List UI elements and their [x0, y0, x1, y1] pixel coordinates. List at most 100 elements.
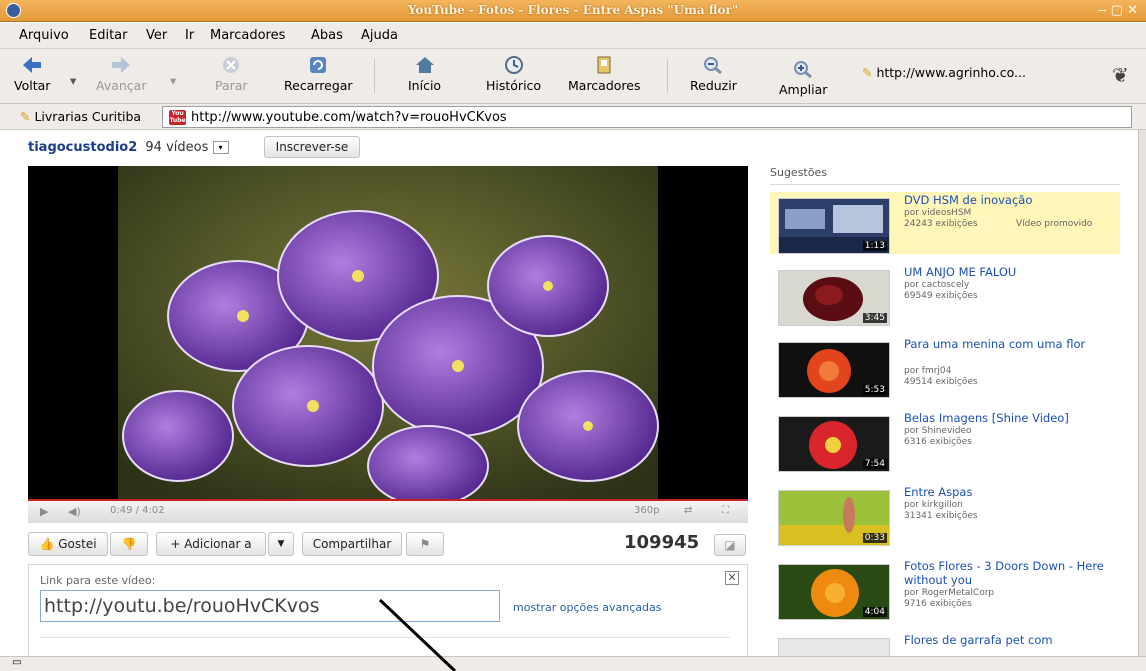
- suggestion-thumbnail[interactable]: [778, 638, 890, 656]
- toolbar-separator: [374, 59, 375, 93]
- page-scrollbar[interactable]: [1138, 130, 1146, 656]
- suggestion-item[interactable]: 0:33 Entre Aspas por kirkgillon 31341 ex…: [770, 484, 1120, 546]
- suggestion-thumbnail[interactable]: 7:54: [778, 416, 890, 472]
- suggestion-title[interactable]: DVD HSM de inovação: [904, 193, 1116, 207]
- bookmarks-button[interactable]: Marcadores: [568, 55, 641, 93]
- reload-button[interactable]: Recarregar: [284, 55, 353, 93]
- back-label: Voltar: [14, 78, 51, 93]
- fullscreen-icon[interactable]: ⛶: [722, 505, 729, 516]
- suggestion-item[interactable]: 4:04 Fotos Flores - 3 Doors Down - Here …: [770, 558, 1120, 620]
- forward-button[interactable]: Avançar: [96, 55, 146, 93]
- home-button[interactable]: Início: [408, 55, 441, 93]
- suggestion-item[interactable]: 3:45 UM ANJO ME FALOU por cactoscely 695…: [770, 264, 1120, 326]
- location-row: ✎ Livrarias Curitiba You Tube http://www.…: [0, 104, 1146, 130]
- like-button[interactable]: 👍 Gostei: [28, 532, 108, 556]
- suggestion-thumbnail[interactable]: 3:45: [778, 270, 890, 326]
- history-label: Histórico: [486, 78, 542, 93]
- reload-icon: [310, 57, 327, 73]
- suggestion-views: 6316 exibições: [904, 437, 972, 447]
- share-link-label: Link para este vídeo:: [40, 574, 156, 587]
- menu-abas[interactable]: Abas: [311, 28, 343, 43]
- address-url: http://www.youtube.com/watch?v=rouoHvCKv…: [191, 110, 507, 125]
- suggestion-author: por videosHSM: [904, 208, 972, 218]
- history-button[interactable]: Histórico: [486, 55, 541, 93]
- suggestion-title[interactable]: Entre Aspas: [904, 485, 1116, 499]
- address-bar[interactable]: You Tube http://www.youtube.com/watch?v=r…: [162, 106, 1132, 128]
- menu-arquivo[interactable]: Arquivo: [19, 28, 69, 43]
- video-frame-violets: [118, 166, 659, 499]
- status-bar: ▭: [0, 656, 1146, 671]
- duration-badge: 1:13: [862, 241, 887, 251]
- suggestion-title[interactable]: UM ANJO ME FALOU: [904, 265, 1116, 279]
- chevron-down-icon: ▼: [277, 539, 285, 549]
- duration-badge: 4:04: [862, 607, 887, 617]
- bookmarks-label: Marcadores: [568, 78, 641, 93]
- suggestion-views: 24243 exibições: [904, 219, 978, 229]
- thumbs-down-icon: 👎: [121, 537, 137, 551]
- suggestion-title[interactable]: Fotos Flores - 3 Doors Down - Here witho…: [904, 559, 1116, 587]
- channel-dropdown-icon[interactable]: ▾: [212, 141, 229, 154]
- window-controls[interactable]: ‒ ▢ ✕: [1098, 3, 1138, 18]
- channel-video-count[interactable]: 94 vídeos: [145, 140, 208, 155]
- suggestion-title[interactable]: Flores de garrafa pet com: [904, 633, 1116, 647]
- suggestion-thumbnail[interactable]: 0:33: [778, 490, 890, 546]
- suggestion-thumbnail[interactable]: 1:13: [778, 198, 890, 254]
- menu-ajuda[interactable]: Ajuda: [361, 28, 398, 43]
- stats-button[interactable]: ◪: [714, 534, 746, 556]
- bookmark-livrarias-curitiba[interactable]: ✎ Livrarias Curitiba: [20, 109, 141, 124]
- home-label: Início: [408, 78, 442, 93]
- bookmark-link-agrinho[interactable]: ✎ http://www.agrinho.co...: [862, 65, 1026, 80]
- suggestion-item[interactable]: Flores de garrafa pet com: [770, 632, 1120, 656]
- suggestion-thumbnail[interactable]: 5:53: [778, 342, 890, 398]
- back-button[interactable]: Voltar: [14, 55, 50, 93]
- clock-icon: [504, 56, 523, 74]
- bookmarks-book-icon: [597, 56, 611, 74]
- home-icon: [415, 57, 434, 73]
- menu-ir[interactable]: Ir: [185, 28, 194, 43]
- like-label: Gostei: [58, 537, 97, 551]
- close-icon[interactable]: ✕: [725, 571, 739, 585]
- stop-button[interactable]: Parar: [215, 55, 248, 93]
- suggestion-title[interactable]: Para uma menina com uma flor: [904, 337, 1116, 351]
- suggestion-item[interactable]: 1:13 DVD HSM de inovação por videosHSM 2…: [770, 192, 1120, 254]
- dislike-button[interactable]: 👎: [110, 532, 148, 556]
- add-to-button[interactable]: + Adicionar a: [156, 532, 266, 556]
- zoom-out-label: Reduzir: [690, 78, 737, 93]
- forward-history-dropdown[interactable]: ▾: [170, 73, 176, 88]
- stop-icon: [223, 57, 240, 73]
- share-button[interactable]: Compartilhar: [302, 532, 402, 556]
- play-icon[interactable]: ▶: [40, 505, 48, 518]
- quality-selector[interactable]: 360p: [634, 505, 659, 516]
- menu-ver[interactable]: Ver: [146, 28, 167, 43]
- suggestion-item[interactable]: 5:53 Para uma menina com uma flor por fm…: [770, 336, 1120, 398]
- zoom-in-icon: [794, 61, 813, 79]
- expand-icon[interactable]: ⇄: [684, 505, 692, 516]
- share-link-field[interactable]: http://youtu.be/rouoHvCKvos: [40, 590, 500, 622]
- menu-editar[interactable]: Editar: [89, 28, 128, 43]
- bookmark-star-icon: ✎: [862, 65, 877, 80]
- volume-icon[interactable]: ◀): [68, 505, 81, 518]
- suggestion-thumbnail[interactable]: 4:04: [778, 564, 890, 620]
- advanced-options-link[interactable]: mostrar opções avançadas: [513, 601, 661, 614]
- toolbar-separator: [667, 59, 668, 93]
- share-link-value: http://youtu.be/rouoHvCKvos: [44, 595, 320, 617]
- subscribe-button[interactable]: Inscrever-se: [264, 136, 360, 158]
- suggestion-views: 31341 exibições: [904, 511, 978, 521]
- reload-label: Recarregar: [284, 78, 353, 93]
- progress-fill: [28, 499, 172, 501]
- suggestion-item[interactable]: 7:54 Belas Imagens [Shine Video] por Shi…: [770, 410, 1120, 472]
- zoom-out-button[interactable]: Reduzir: [690, 55, 737, 93]
- suggestion-title[interactable]: Belas Imagens [Shine Video]: [904, 411, 1116, 425]
- flag-icon: ⚑: [419, 537, 431, 551]
- zoom-in-button[interactable]: Ampliar: [779, 59, 827, 97]
- window-titlebar: YouTube - Fotos - Flores - Entre Aspas "…: [0, 0, 1146, 22]
- flag-button[interactable]: ⚑: [406, 532, 444, 556]
- add-to-dropdown[interactable]: ▼: [268, 532, 294, 556]
- forward-label: Avançar: [96, 78, 147, 93]
- back-history-dropdown[interactable]: ▾: [70, 73, 76, 88]
- menu-marcadores[interactable]: Marcadores: [210, 28, 285, 43]
- video-player[interactable]: [28, 166, 748, 499]
- suggestions-sidebar: Sugestões 1:13 DVD HSM de inovação por v…: [770, 166, 1120, 656]
- channel-name[interactable]: tiagocustodio2: [28, 140, 137, 155]
- bookmark-link-label: http://www.agrinho.co...: [876, 65, 1026, 80]
